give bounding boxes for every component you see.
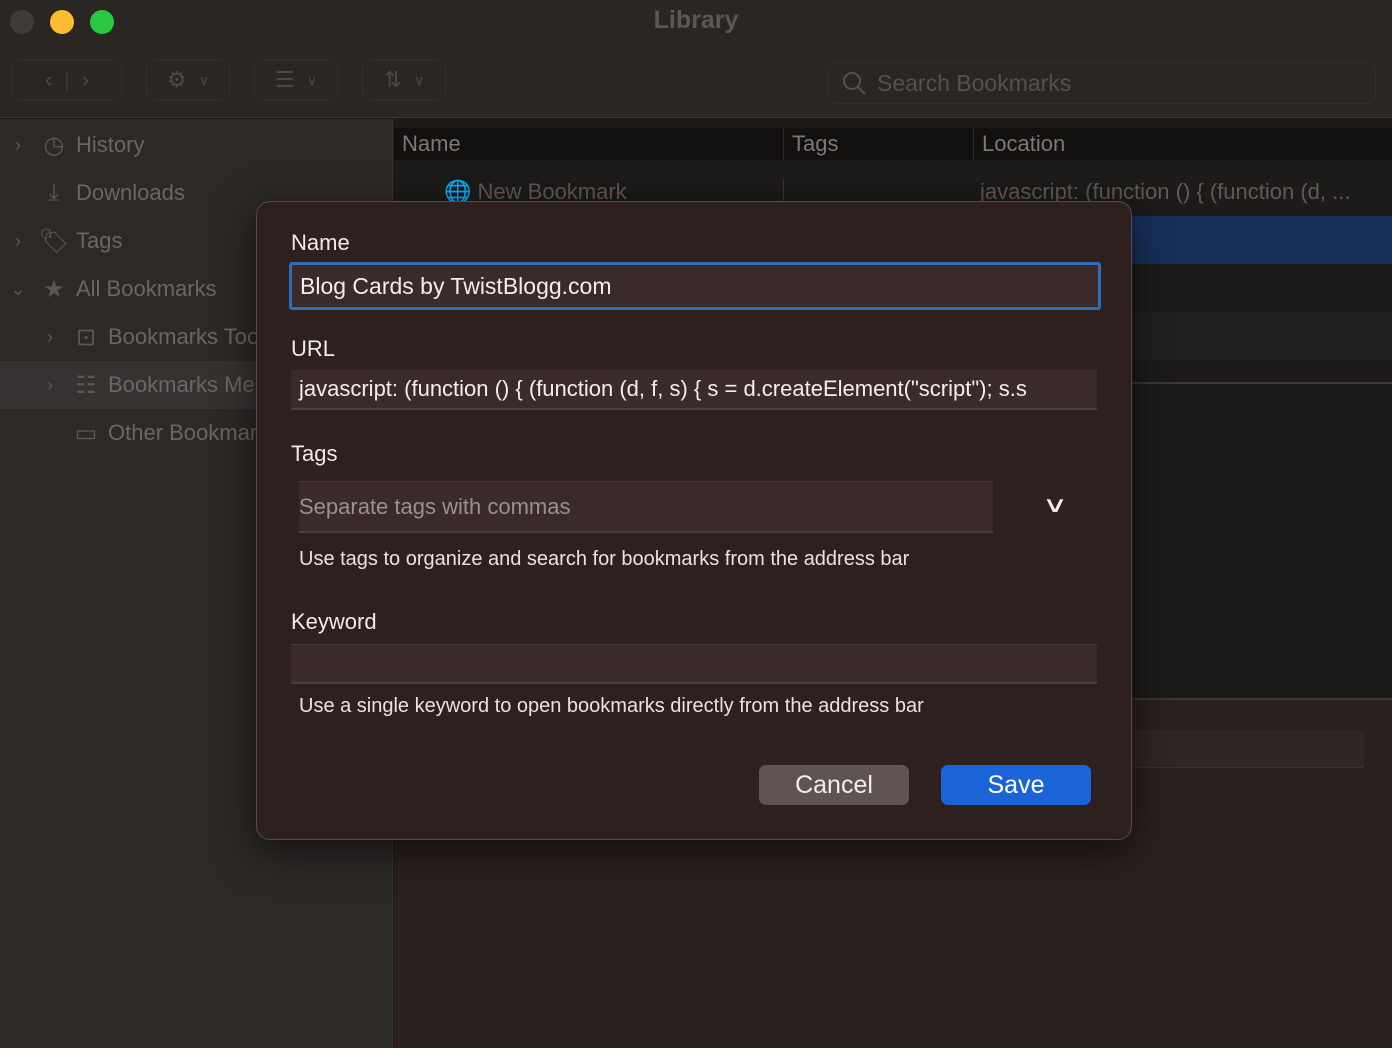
star-box-icon: ⊡ xyxy=(75,323,97,351)
window-title: Library xyxy=(653,6,739,34)
save-button[interactable]: Save xyxy=(941,765,1091,805)
column-name[interactable]: Name xyxy=(394,128,784,160)
search-placeholder: Search Bookmarks xyxy=(877,69,1072,96)
sidebar-item-label: Other Bookmarks xyxy=(108,420,280,445)
sort-arrows-icon: ⇅ xyxy=(383,67,403,92)
folder-icon: ▭ xyxy=(74,419,98,447)
chevron-down-icon[interactable]: ⌄ xyxy=(0,279,36,300)
list-icon: ☷ xyxy=(75,371,97,399)
import-export-button[interactable]: ⇅ ∨ xyxy=(362,60,446,100)
sidebar-item-label: Downloads xyxy=(76,180,185,205)
url-field[interactable]: javascript: (function () { (function (d,… xyxy=(291,370,1097,410)
keyword-field[interactable] xyxy=(291,644,1097,684)
name-label: Name xyxy=(291,230,350,255)
table-header: Name Tags Location xyxy=(394,128,1392,160)
tags-field[interactable]: Separate tags with commas xyxy=(299,481,993,533)
details-field xyxy=(1124,730,1364,768)
tags-dropdown-chevron-icon[interactable]: ∨ xyxy=(1042,492,1068,518)
organize-button[interactable]: ⚙ ∨ xyxy=(146,60,230,100)
tags-hint: Use tags to organize and search for book… xyxy=(299,548,910,570)
back-icon[interactable]: ‹ xyxy=(45,67,52,93)
cancel-button[interactable]: Cancel xyxy=(759,765,909,805)
star-icon: ★ xyxy=(43,275,65,303)
chevron-right-icon[interactable]: › xyxy=(32,375,68,396)
tag-icon: 🏷 xyxy=(38,227,70,255)
search-input[interactable]: Search Bookmarks xyxy=(828,62,1376,104)
sidebar-item-history[interactable]: › ◷ History xyxy=(0,121,393,169)
sidebar-item-label: History xyxy=(76,132,145,157)
chevron-down-icon: ∨ xyxy=(414,71,425,88)
views-button[interactable]: ☰ ∨ xyxy=(254,60,338,100)
back-forward-button[interactable]: ‹ | › xyxy=(12,60,122,100)
sidebar-item-label: Tags xyxy=(76,228,123,253)
list-icon: ☰ xyxy=(275,67,295,92)
titlebar: Library ‹ | › ⚙ ∨ ☰ ∨ ⇅ ∨ Search Bookmarks xyxy=(0,0,1392,118)
download-icon: ⤓ xyxy=(48,179,60,206)
sidebar-item-label: Bookmarks Menu xyxy=(108,372,280,397)
chevron-down-icon: ∨ xyxy=(198,71,209,88)
sidebar-item-label: All Bookmarks xyxy=(76,276,217,301)
forward-icon[interactable]: › xyxy=(82,67,89,93)
name-field[interactable]: Blog Cards by TwistBlogg.com xyxy=(289,262,1101,310)
chevron-right-icon[interactable]: › xyxy=(0,135,36,156)
gear-icon: ⚙ xyxy=(167,67,187,92)
tags-label: Tags xyxy=(291,441,338,466)
chevron-right-icon[interactable]: › xyxy=(32,327,68,348)
column-location[interactable]: Location xyxy=(974,128,1392,160)
edit-bookmark-dialog: Name Blog Cards by TwistBlogg.com URL ja… xyxy=(256,201,1132,840)
keyword-hint: Use a single keyword to open bookmarks d… xyxy=(299,695,924,717)
column-tags[interactable]: Tags xyxy=(784,128,974,160)
chevron-down-icon: ∨ xyxy=(306,71,317,88)
clock-icon: ◷ xyxy=(43,131,65,159)
chevron-right-icon[interactable]: › xyxy=(0,231,36,252)
search-icon xyxy=(843,72,866,95)
keyword-label: Keyword xyxy=(291,609,377,634)
url-label: URL xyxy=(291,336,336,361)
